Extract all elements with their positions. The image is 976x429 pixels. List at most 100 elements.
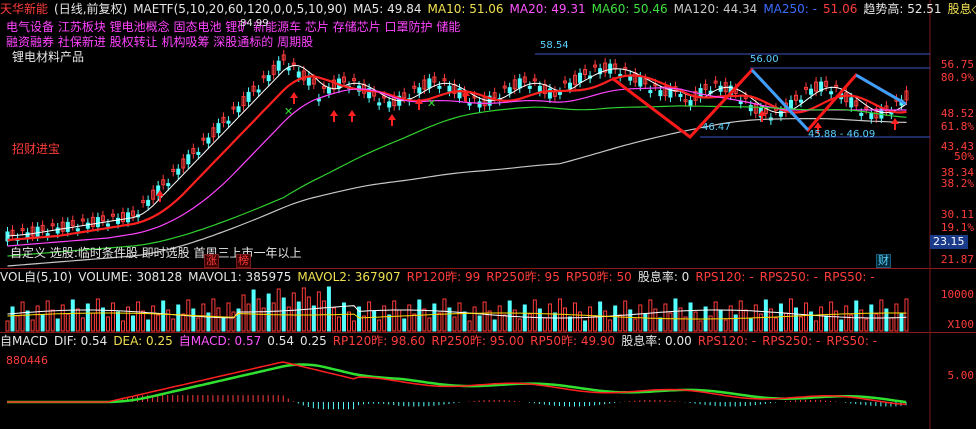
badge-zhang[interactable]: 涨 [204,254,219,268]
ma250-value: MA250: - [763,2,817,16]
volume-bar [763,299,768,332]
ma60-line [7,105,907,257]
candle-body [557,91,562,95]
volume-bar [824,315,829,332]
stock-name[interactable]: 天华新能 [0,2,48,16]
badge-bang[interactable]: 榜 [236,254,251,268]
candle-body [45,233,50,237]
volume-bar [819,306,824,332]
volume-bar [171,318,176,332]
volume-bar [251,289,256,332]
volume-bar [422,308,427,332]
candle-body [517,78,522,89]
macd-div: 股息率: 0.00 [621,334,692,348]
macd-rp50: RP50昨: 49.90 [530,334,616,348]
volume-bar [246,303,251,332]
volume-bar [181,313,186,332]
macd-rp250: RP250昨: 95.00 [431,334,525,348]
chart-mode[interactable]: (日线,前复权) [54,2,127,16]
macd-rp120: RP120昨: 98.60 [332,334,426,348]
macd-dif: DIF: 0.54 [53,334,108,348]
volume-bar [532,299,537,332]
volume-bar [80,317,85,332]
macd-rps50: RPS50: - [826,334,878,348]
volume-bar [326,286,331,332]
main-y-label: 48.52 [940,107,974,120]
volume-bar [884,308,889,332]
volume-bar [733,314,738,332]
volume-bar [497,305,502,332]
candle-body [467,102,472,106]
volume-bar [136,301,141,332]
volume-bar [331,307,336,332]
ma-formula[interactable]: MAETF(5,10,20,60,120,0,0,5,10,90) [133,2,347,16]
volume-bar [146,319,151,332]
volume-bar [387,314,392,332]
macd-header: 自MACD DIF: 0.54 DEA: 0.25 自MACD: 0.57 0.54 0.… [0,333,883,349]
macd-name[interactable]: 自MACD [0,334,48,348]
volume-bar [688,302,693,332]
candle-body [437,85,442,89]
volume-bar [899,312,904,332]
volume-bar [196,317,201,332]
macd-rps120: RPS120: - [697,334,757,348]
dea-line [7,363,907,404]
badge-cai[interactable]: 财 [876,254,891,268]
volume-bar [804,302,809,332]
volume-bar [95,298,100,332]
candle-body [648,90,653,94]
volume-bar [663,303,668,332]
zhaocai-label: 招财进宝 [12,142,61,156]
volume-bar [427,317,432,332]
volume-bar [743,309,748,332]
candle-body [688,100,693,107]
vol-rp250: RP250昨: 95 [486,270,560,284]
macd-v2: 0.25 [300,334,327,348]
macd-v1: 0.54 [267,334,294,348]
volume-header: VOL自(5,10) VOLUME: 308128 MAVOL1: 385975 MA… [0,269,881,285]
current-price-marker: 23.15 [930,235,968,249]
candle-body [196,151,201,155]
sector-tags-line1[interactable]: 电气设备 江苏板块 锂电池概念 固态电池 锂矿 新能源车 芯片 存储芯片 口罩防… [6,20,460,34]
volume-bar [407,304,412,332]
volume-bar [20,301,25,332]
volume-bar [718,310,723,332]
volume-bar [306,296,311,332]
candle-body [65,221,70,232]
volume-bar [231,311,236,332]
candle-body [326,87,331,94]
custom-stock-filter[interactable]: 自定义 选股:临时条件股 即时选股 首周三上市一年以上 [10,244,302,261]
vol-name[interactable]: VOL自(5,10) [0,270,72,284]
sector-tags-line2[interactable]: 融资融券 社保新进 股权转让 机构吸筹 深股通标的 周期股 [6,35,313,49]
candle-body [788,99,793,110]
volume-bar [336,316,341,332]
volume-bar [221,316,226,332]
volume-bar [864,318,869,332]
macd-rps250: RPS250: - [762,334,821,348]
ma5-value: MA5: 49.84 [353,2,422,16]
volume-bar [542,317,547,332]
main-y-label: 30.11 [940,208,974,221]
main-y-label: 21.87 [940,253,974,266]
candle-body [829,91,834,95]
buy-arrow-icon [290,92,298,104]
index-code: 880446 [6,354,48,367]
vol-y-10000: 10000 [940,288,974,301]
vol-rp120: RP120昨: 99 [406,270,481,284]
volume-bar [658,317,663,332]
concept-label: 锂电材料产品 [12,50,85,64]
volume-bar [713,301,718,332]
ma250-extra: 51.06 [822,2,858,16]
volume-bar [25,310,30,332]
volume-bar [793,307,798,332]
volume-bar [402,318,407,332]
volume-bar [613,305,618,332]
more-menu[interactable]: 股息◇ [948,2,976,16]
volume-bar [698,320,703,332]
volume-bar [537,308,542,332]
candle-body [286,67,291,71]
volume-bar [30,319,35,332]
mavol1-line [7,305,907,319]
vol-rps120: RPS120: - [695,270,754,284]
volume-bar [608,319,613,332]
